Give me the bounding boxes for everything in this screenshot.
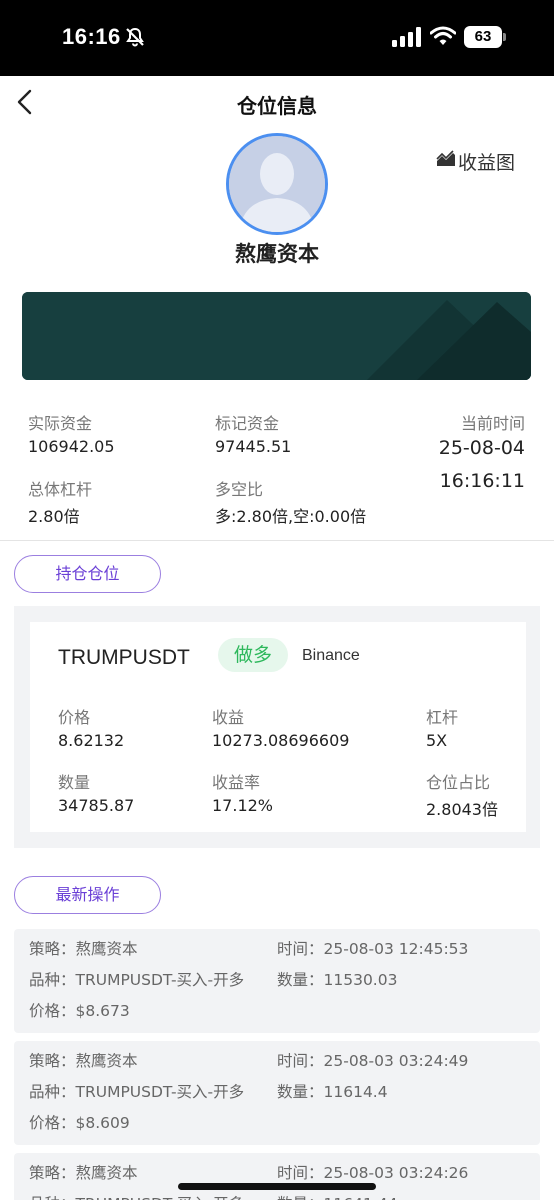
leverage-value: 5X	[426, 731, 448, 750]
operation-strategy: 策略：熬鹰资本	[29, 1052, 138, 1070]
long-short-label: 多空比	[215, 480, 264, 499]
status-bar: 16:16 63	[0, 0, 554, 76]
actual-funds-value: 106942.05	[28, 437, 115, 456]
position-card[interactable]: TRUMPUSDT 做多 Binance 价格 8.62132 收益 10273…	[30, 622, 526, 832]
price-value: 8.62132	[58, 731, 125, 750]
bell-slash-icon	[124, 26, 146, 52]
operation-strategy: 策略：熬鹰资本	[29, 940, 138, 958]
home-indicator	[178, 1183, 376, 1190]
operation-time: 时间：25-08-03 03:24:49	[277, 1052, 469, 1070]
share-value: 2.8043倍	[426, 800, 498, 819]
operation-price: 价格：$8.673	[29, 1002, 130, 1020]
long-short-value: 多:2.80倍,空:0.00倍	[215, 507, 367, 526]
operation-time: 时间：25-08-03 12:45:53	[277, 940, 469, 958]
roi-value: 17.12%	[212, 796, 274, 815]
section-divider	[0, 540, 554, 541]
nav-bar: 仓位信息	[0, 76, 554, 132]
page-title: 仓位信息	[237, 94, 317, 118]
total-leverage-value: 2.80倍	[28, 507, 80, 526]
price-label: 价格	[58, 708, 91, 727]
avatar-placeholder-icon	[229, 136, 325, 232]
current-date: 25-08-04	[438, 437, 525, 459]
operation-strategy: 策略：熬鹰资本	[29, 1164, 138, 1182]
operation-item[interactable]: 策略：熬鹰资本 时间：25-08-03 03:24:49 品种：TRUMPUSD…	[14, 1041, 540, 1145]
earnings-chart-link[interactable]: 收益图	[436, 148, 515, 175]
chart-link-label: 收益图	[458, 152, 516, 174]
profit-value: 10273.08696609	[212, 731, 350, 750]
marked-funds-value: 97445.51	[215, 437, 292, 456]
operation-product: 品种：TRUMPUSDT-买入-开多	[29, 1083, 245, 1101]
position-section: TRUMPUSDT 做多 Binance 价格 8.62132 收益 10273…	[14, 606, 540, 848]
operation-quantity: 数量：11530.03	[277, 971, 398, 989]
current-time-label: 当前时间	[460, 414, 525, 433]
operation-product: 品种：TRUMPUSDT-买入-开多	[29, 971, 245, 989]
profile-banner	[22, 292, 531, 380]
leverage-label: 杠杆	[426, 708, 459, 727]
signal-icon	[392, 27, 422, 51]
operation-quantity: 数量：11641.44	[277, 1192, 397, 1200]
side-badge: 做多	[218, 638, 288, 672]
marked-funds-label: 标记资金	[215, 414, 280, 433]
exchange-name: Binance	[302, 647, 360, 664]
roi-label: 收益率	[212, 773, 261, 792]
operation-quantity: 数量：11614.4	[277, 1083, 388, 1101]
wifi-icon	[429, 26, 457, 50]
total-leverage-label: 总体杠杆	[28, 480, 93, 499]
tab-latest-operations[interactable]: 最新操作	[14, 876, 161, 914]
position-symbol: TRUMPUSDT	[58, 646, 190, 669]
quantity-value: 34785.87	[58, 796, 135, 815]
battery-level: 63	[464, 26, 502, 48]
operation-product: 品种：TRUMPUSDT-买入-开多	[29, 1192, 244, 1200]
chart-trend-icon	[436, 150, 456, 173]
operation-item[interactable]: 策略：熬鹰资本 时间：25-08-03 03:24:26 品种：TRUMPUSD…	[14, 1153, 540, 1200]
current-clock: 16:16:11	[439, 470, 525, 492]
quantity-label: 数量	[58, 773, 91, 792]
tab-positions[interactable]: 持仓仓位	[14, 555, 161, 593]
avatar	[226, 133, 328, 235]
share-label: 仓位占比	[426, 773, 491, 792]
operation-item[interactable]: 策略：熬鹰资本 时间：25-08-03 12:45:53 品种：TRUMPUSD…	[14, 929, 540, 1033]
operation-time: 时间：25-08-03 03:24:26	[277, 1164, 469, 1182]
profit-label: 收益	[212, 708, 245, 727]
operation-price: 价格：$8.609	[29, 1114, 130, 1132]
strategy-name: 熬鹰资本	[235, 242, 319, 266]
battery-icon: 63	[464, 26, 506, 48]
actual-funds-label: 实际资金	[28, 414, 93, 433]
status-time: 16:16	[62, 24, 121, 49]
